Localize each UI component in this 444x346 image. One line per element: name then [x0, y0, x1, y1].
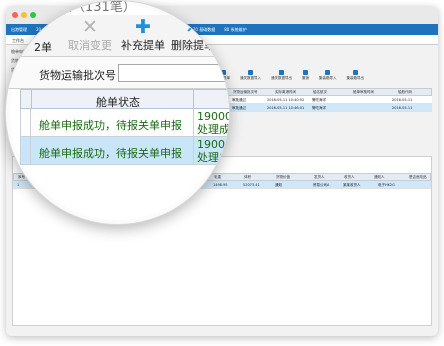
column-header[interactable]: 实际离港时间	[275, 90, 296, 95]
row-cell: 通知	[275, 183, 282, 187]
container-import-button[interactable]: 集装箱导入	[319, 70, 337, 81]
revoke-button[interactable]: 撤销	[302, 70, 309, 81]
status-column-header[interactable]: 舱单状态	[96, 94, 140, 110]
status-cell: 舱单申报成功，待报关单申报	[39, 147, 182, 160]
column-header[interactable]: 船舶代码	[398, 90, 412, 95]
table-row-selected[interactable]: 舱单申报成功，待报关单申报 19000 接 处理成功	[20, 137, 230, 165]
row-cell: 审批通过	[232, 106, 246, 110]
status-cell: 舱单申报成功，待报关单申报	[39, 119, 182, 132]
row-cell: 警吃海洋	[312, 106, 326, 110]
container-export-button[interactable]: 集装箱导出	[347, 70, 364, 81]
row-cell: 2016-05-11	[392, 106, 413, 110]
plus-icon: ✚	[135, 16, 151, 38]
column-divider	[193, 90, 194, 110]
magnified-toolbar: 2单 ✕ 取消变更 ✚ 补充提单 ✕ 删除提单	[6, 15, 229, 57]
column-divider	[193, 109, 194, 137]
partial-label: 2单	[34, 41, 52, 54]
magnifier-lens: 舱报（131笔） 2单 ✕ 取消变更 ✚ 补充提单 ✕ 删除提单 货物运输批次号	[5, 0, 230, 225]
bg-toolbar: 查看提单 通关数据导入 通关数据导出 撤销 集装箱导入 集装箱导出	[216, 70, 364, 81]
revoke-icon	[303, 70, 308, 75]
batch-number-label: 货物运输批次号	[39, 69, 116, 82]
delete-bill-button[interactable]: ✕ 删除提单	[171, 17, 215, 53]
container-icon	[352, 70, 358, 75]
row-cell: 警吃海洋	[312, 98, 326, 102]
column-header[interactable]: 发货人	[314, 175, 325, 180]
row-cell: 某某收货人	[343, 183, 361, 187]
button-label: 取消变更	[68, 39, 112, 52]
column-header[interactable]: 舱单审核时间	[353, 90, 374, 95]
batch-cell: 19000 接	[197, 138, 230, 151]
button-label: 补充提单	[121, 39, 165, 52]
container-icon	[325, 70, 331, 75]
import-button[interactable]: 通关数据导入	[240, 70, 261, 81]
row-cell: 52073.41	[243, 183, 260, 187]
column-header[interactable]: 货物运输批次号	[233, 90, 258, 95]
row-indicator	[21, 137, 31, 165]
button-label: 删除提单	[171, 39, 215, 52]
table-row[interactable]: 舱单申报成功，待报关单申报 19000 接 处理成功	[20, 109, 230, 137]
row-cell: 审批通过	[232, 98, 246, 102]
delete-icon: ✕	[185, 16, 201, 38]
batch-number-input[interactable]	[118, 64, 229, 82]
row-cell: 贸易公司A	[313, 183, 330, 187]
result-cell: 处理成功	[197, 123, 230, 136]
column-header[interactable]: 是否危险品	[409, 175, 427, 180]
row-cell: 2016-05-11	[392, 98, 413, 102]
row-cell: 电子HK2G	[378, 183, 395, 187]
row-indicator	[21, 109, 31, 137]
add-bill-button[interactable]: ✚ 补充提单	[121, 17, 165, 53]
export-button[interactable]: 通关数据导出	[271, 70, 292, 81]
column-header[interactable]: 通知人	[374, 175, 385, 180]
import-icon	[248, 70, 253, 75]
column-header[interactable]: 货物价值	[276, 175, 290, 180]
column-divider	[31, 90, 32, 110]
row-cell: 2016-05-11 10:40:52	[267, 98, 305, 102]
batch-cell: 19000 接	[197, 110, 230, 123]
grid-header-row: 舱单状态	[20, 89, 229, 110]
close-icon: ✕	[82, 16, 98, 38]
row-cell: 2016-05-11 10:46:01	[267, 106, 305, 110]
column-header[interactable]: 体积	[244, 175, 251, 180]
column-divider	[193, 137, 194, 165]
column-header[interactable]: 船名航次	[313, 90, 327, 95]
batch-search-form: 货物运输批次号	[6, 57, 229, 89]
result-cell: 处理成功	[197, 151, 230, 164]
export-icon	[279, 70, 284, 75]
column-header[interactable]: 收货人	[344, 175, 355, 180]
cancel-change-button[interactable]: ✕ 取消变更	[68, 17, 112, 53]
magnified-title: 舱报（131笔）	[46, 0, 136, 15]
